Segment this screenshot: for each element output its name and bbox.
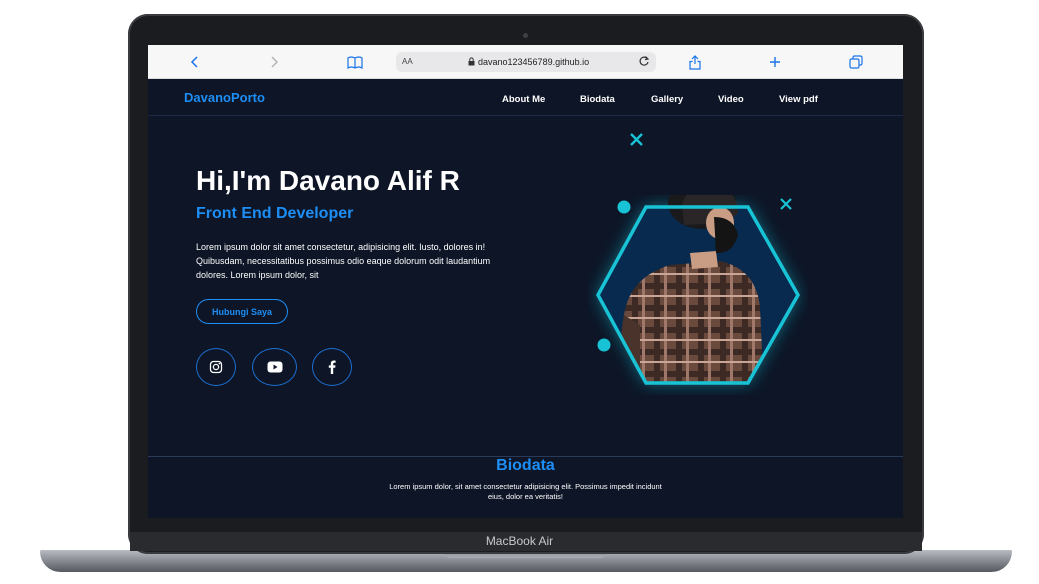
bookmarks-icon[interactable] [346,53,364,71]
nav-gallery[interactable]: Gallery [651,94,683,105]
browser-toolbar: AA davano123456789.github.io [148,45,903,79]
tabs-icon[interactable] [847,53,865,71]
hero-description: Lorem ipsum dolor sit amet consectetur, … [196,242,491,280]
text-size-button[interactable]: AA [402,57,413,66]
youtube-icon[interactable] [252,348,297,386]
profile-photo [588,177,808,395]
forward-icon[interactable] [265,53,283,71]
instagram-icon[interactable] [196,348,236,386]
facebook-icon[interactable] [312,348,352,386]
hero-subtitle: Front End Developer [196,205,354,222]
address-bar[interactable]: AA davano123456789.github.io [396,52,656,72]
share-icon[interactable] [686,53,704,71]
model-label: MacBook Air [485,534,554,548]
laptop-mockup: MacBook Air AA davano123456789.github.io [0,0,1039,584]
lock-icon [468,57,475,68]
camera-dot [523,33,528,38]
nav-about-me[interactable]: About Me [502,94,545,105]
back-icon[interactable] [186,53,204,71]
reload-icon[interactable] [638,55,650,69]
new-tab-icon[interactable] [766,53,784,71]
biodata-text: Lorem ipsum dolor, sit amet consectetur … [389,482,662,501]
site-brand[interactable]: DavanoPorto [184,90,265,105]
nav-video[interactable]: Video [718,94,744,105]
screen: AA davano123456789.github.io DavanoPorto… [148,45,903,518]
hero-title: Hi,I'm Davano Alif R [196,165,460,196]
nav-biodata[interactable]: Biodata [580,94,615,105]
url-text: davano123456789.github.io [478,57,590,67]
cross-decoration-icon [629,132,644,152]
contact-button[interactable]: Hubungi Saya [196,299,288,324]
nav-view-pdf[interactable]: View pdf [779,94,818,105]
biodata-title: Biodata [496,457,555,474]
site-navbar: DavanoPorto About Me Biodata Gallery Vid… [148,79,903,116]
